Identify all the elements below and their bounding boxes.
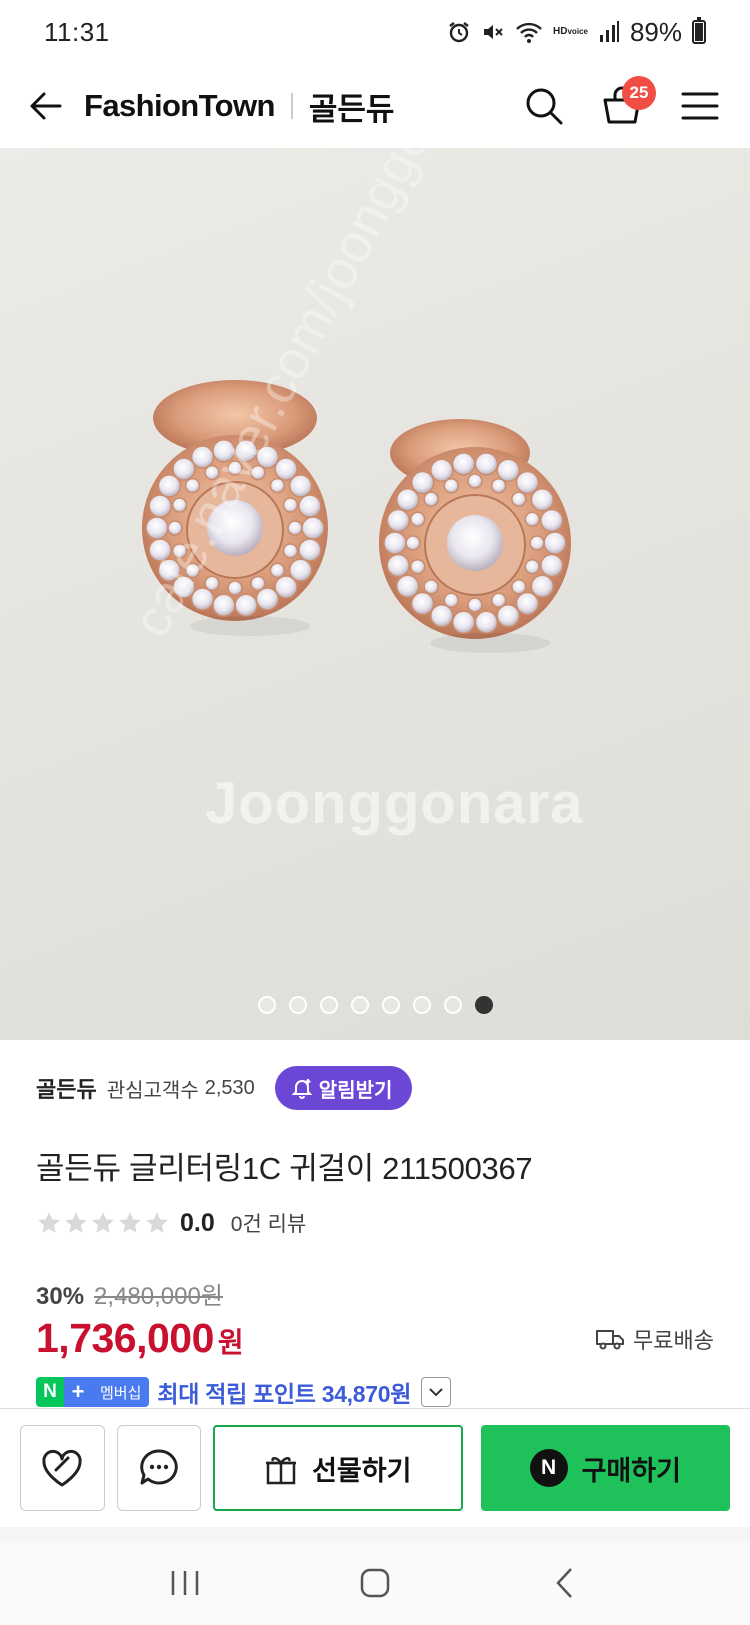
star-icon bbox=[146, 1212, 168, 1233]
buy-label: 구매하기 bbox=[581, 1455, 681, 1486]
heart-icon bbox=[42, 1449, 82, 1487]
battery-percent: 89% bbox=[629, 16, 682, 47]
chevron-down-icon bbox=[429, 1388, 443, 1397]
bottom-action-bar: 선물하기 N 구매하기 bbox=[0, 1409, 750, 1527]
bell-plus-icon bbox=[291, 1079, 313, 1099]
star-icon bbox=[119, 1212, 141, 1233]
brand-divider bbox=[290, 93, 293, 119]
battery-icon bbox=[692, 17, 706, 44]
alarm-subscribe-button[interactable]: 알림받기 bbox=[274, 1066, 413, 1110]
bar-spacer bbox=[0, 1527, 750, 1541]
rating-row[interactable]: 0.0 0건 리뷰 bbox=[36, 1208, 306, 1238]
brand-logo[interactable]: FashionTown bbox=[84, 88, 275, 124]
rating-stars bbox=[36, 1210, 170, 1236]
recent-apps-button[interactable] bbox=[155, 1553, 215, 1613]
rating-value: 0.0 bbox=[180, 1208, 215, 1237]
max-points-text: 최대 적립 포인트 34,870원 bbox=[157, 1381, 412, 1407]
earrings-photo bbox=[142, 380, 571, 653]
gallery-dot[interactable] bbox=[288, 996, 307, 1014]
original-price: 2,480,000원 bbox=[94, 1283, 223, 1310]
fans-count: 2,530 bbox=[204, 1076, 255, 1099]
chat-icon bbox=[139, 1449, 178, 1485]
membership-label: 멤버십 bbox=[92, 1377, 150, 1407]
buy-button[interactable]: N 구매하기 bbox=[480, 1425, 730, 1511]
gallery-pagination bbox=[0, 996, 750, 1014]
home-icon bbox=[360, 1568, 390, 1598]
menu-button[interactable] bbox=[676, 82, 724, 130]
price-row: 1,736,000 원 bbox=[36, 1315, 244, 1362]
truck-icon bbox=[596, 1330, 625, 1350]
currency-unit: 원 bbox=[217, 1327, 244, 1358]
gallery-dot[interactable] bbox=[350, 996, 369, 1014]
status-icons: HD voice 89% bbox=[447, 17, 706, 48]
cart-count-badge: 25 bbox=[622, 76, 656, 110]
points-expand-button[interactable] bbox=[421, 1377, 452, 1407]
gift-label: 선물하기 bbox=[312, 1455, 412, 1486]
store-name[interactable]: 골든듀 bbox=[309, 84, 395, 129]
star-icon bbox=[38, 1212, 60, 1233]
status-time: 11:31 bbox=[44, 16, 110, 47]
alarm-icon bbox=[447, 20, 471, 44]
fans-label: 관심고객수 bbox=[106, 1079, 199, 1102]
search-button[interactable] bbox=[520, 82, 568, 130]
search-icon bbox=[526, 88, 563, 125]
home-button[interactable] bbox=[345, 1553, 405, 1613]
gallery-dot[interactable] bbox=[257, 996, 276, 1014]
gallery-dot[interactable] bbox=[474, 996, 493, 1014]
back-arrow-icon bbox=[30, 92, 62, 120]
chat-button[interactable] bbox=[116, 1425, 201, 1511]
app-header: FashionTown 골든듀 25 bbox=[0, 64, 750, 148]
shipping-label: 무료배송 bbox=[633, 1328, 714, 1353]
review-count: 0건 리뷰 bbox=[230, 1213, 307, 1236]
naver-pay-icon: N bbox=[529, 1449, 568, 1487]
wishlist-button[interactable] bbox=[20, 1425, 105, 1511]
gallery-dot[interactable] bbox=[412, 996, 431, 1014]
alarm-button-label: 알림받기 bbox=[318, 1079, 393, 1102]
discount-row: 30% 2,480,000원 bbox=[36, 1276, 223, 1311]
chevron-left-icon bbox=[556, 1568, 572, 1598]
membership-n: N bbox=[36, 1377, 64, 1407]
mute-icon bbox=[481, 20, 505, 44]
wifi-icon bbox=[515, 20, 543, 44]
seller-name[interactable]: 골든듀 bbox=[36, 1072, 97, 1104]
naver-membership-badge: N + 멤버십 bbox=[36, 1377, 150, 1407]
seller-row: 골든듀 관심고객수 2,530 알림받기 bbox=[36, 1066, 413, 1110]
cart-button[interactable]: 25 bbox=[598, 76, 656, 130]
gallery-dot[interactable] bbox=[381, 996, 400, 1014]
system-navigation-bar bbox=[0, 1541, 750, 1625]
star-icon bbox=[92, 1212, 114, 1233]
back-button[interactable] bbox=[26, 86, 66, 126]
hd-label: HD bbox=[553, 26, 568, 37]
discount-rate: 30% bbox=[36, 1283, 85, 1310]
voice-label: voice bbox=[567, 27, 588, 36]
menu-icon bbox=[681, 92, 719, 120]
product-title: 골든듀 글리터링1C 귀걸이 211500367 bbox=[36, 1151, 533, 1186]
membership-plus: + bbox=[64, 1377, 92, 1407]
gift-button[interactable]: 선물하기 bbox=[213, 1425, 463, 1511]
star-icon bbox=[65, 1212, 87, 1233]
membership-points-row[interactable]: N + 멤버십 최대 적립 포인트 34,870원 bbox=[36, 1375, 452, 1409]
system-back-button[interactable] bbox=[535, 1553, 595, 1613]
status-bar: 11:31 HD voice 89% bbox=[0, 0, 750, 64]
gift-icon bbox=[266, 1457, 297, 1485]
shipping-info: 무료배송 bbox=[595, 1323, 714, 1355]
watermark: Joonggonara bbox=[205, 771, 584, 836]
sale-price: 1,736,000 bbox=[36, 1315, 214, 1361]
recent-apps-icon bbox=[171, 1571, 199, 1595]
hd-voice-icon: HD voice bbox=[553, 27, 588, 37]
product-image[interactable]: cafe.naver.com/joonggonara Joonggonara bbox=[0, 148, 750, 1040]
gallery-dot[interactable] bbox=[319, 996, 338, 1014]
signal-icon bbox=[598, 21, 620, 43]
gallery-dot[interactable] bbox=[443, 996, 462, 1014]
